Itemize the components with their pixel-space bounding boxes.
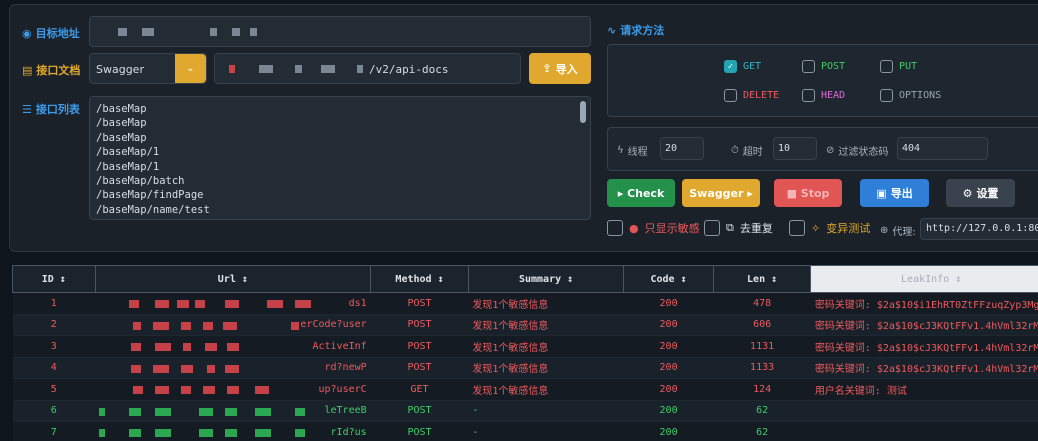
scrollbar[interactable]: [580, 101, 586, 123]
check-icon: ✓: [724, 60, 737, 73]
doc-type-select[interactable]: Swagger ⌄: [89, 53, 207, 84]
globe-icon: ⊕: [880, 225, 889, 236]
import-button[interactable]: ⇪ 导入: [529, 53, 591, 84]
table-row[interactable]: 7 rId?us POST - 200 62: [12, 421, 1038, 441]
table-row[interactable]: 5 up?userC GET 发现1个敏感信息 200 124 用户名关键词: …: [12, 378, 1038, 401]
col-len-header[interactable]: Len ↕: [712, 265, 812, 293]
timeout-input[interactable]: 10: [773, 137, 817, 160]
methods-title: ∿ 请求方法: [607, 23, 665, 38]
thread-input[interactable]: 20: [660, 137, 704, 160]
list-item: /baseMap: [96, 131, 147, 144]
list-item: /baseMap/name/test: [96, 203, 210, 216]
method-delete-checkbox[interactable]: DELETE: [724, 89, 779, 102]
settings-button[interactable]: ⚙ 设置: [946, 179, 1015, 207]
stop-button[interactable]: ■ Stop: [774, 179, 842, 207]
method-put-checkbox[interactable]: PUT: [880, 60, 917, 73]
chevron-down-icon[interactable]: ⌄: [175, 54, 206, 83]
doc-label: ▤ 接口文档: [22, 63, 81, 78]
sensitive-only-checkbox[interactable]: ● 只显示敏感: [607, 220, 700, 236]
results-table: ID ↕ Url ↕ Method ↕ Summary ↕ Code ↕ Len…: [12, 265, 1038, 441]
list-item: /baseMap/findPage: [96, 189, 204, 202]
col-url-header[interactable]: Url ↕: [94, 265, 372, 293]
copy-icon: ⧉: [726, 221, 734, 234]
doc-path-input[interactable]: /v2/api-docs: [214, 53, 521, 84]
method-options-checkbox[interactable]: OPTIONS: [880, 89, 941, 102]
method-get-checkbox[interactable]: ✓ GET: [724, 60, 761, 73]
wand-icon: ✧: [811, 221, 821, 235]
table-header: ID ↕ Url ↕ Method ↕ Summary ↕ Code ↕ Len…: [12, 265, 1038, 293]
list-item: /baseMap: [96, 117, 147, 130]
list-label: ☰ 接口列表: [22, 102, 80, 117]
target-label: ◉ 目标地址: [22, 26, 80, 41]
filter-input[interactable]: 404: [897, 137, 988, 160]
filter-label: ⊘ 过滤状态码: [826, 145, 889, 158]
col-method-header[interactable]: Method ↕: [370, 265, 469, 293]
table-row[interactable]: 4 rd?newP POST 发现1个敏感信息 200 1133 密码关键词: …: [12, 357, 1038, 379]
api-list-textarea[interactable]: /baseMap /baseMap /baseMap /baseMap/1 /b…: [89, 96, 591, 220]
export-button[interactable]: ▣ 导出: [860, 179, 929, 207]
list-icon: ☰: [22, 102, 32, 116]
dedupe-checkbox[interactable]: ⧉ 去重复: [704, 220, 773, 236]
thread-label: ϟ 线程: [617, 145, 648, 158]
table-row[interactable]: 1 ds1 POST 发现1个敏感信息 200 478 密码关键词: $2a$1…: [12, 292, 1038, 315]
col-summary-header[interactable]: Summary ↕: [467, 265, 625, 293]
timeout-label: ⏱ 超时: [731, 145, 763, 158]
methods-box: [607, 44, 1038, 117]
dot-icon: ●: [629, 221, 639, 235]
book-icon: ▤: [22, 63, 33, 77]
list-item: /baseMap/batch: [96, 175, 185, 188]
proxy-label: ⊕ 代理:: [880, 225, 916, 238]
method-post-checkbox[interactable]: POST: [802, 60, 845, 73]
bolt-icon: ϟ: [617, 145, 624, 156]
check-button[interactable]: ▸ Check: [607, 179, 675, 207]
timer-icon: ⏱: [731, 145, 739, 156]
target-icon: ◉: [22, 26, 32, 40]
swagger-button[interactable]: Swagger ▸: [682, 179, 760, 207]
ban-icon: ⊘: [826, 145, 835, 156]
method-head-checkbox[interactable]: HEAD: [802, 89, 845, 102]
list-item: /baseMap: [96, 103, 147, 115]
target-input[interactable]: [89, 16, 591, 47]
gear-icon: ⚙: [962, 186, 973, 200]
method-icon: ∿: [607, 23, 617, 37]
table-row[interactable]: 6 leTreeB POST - 200 62: [12, 400, 1038, 422]
table-row[interactable]: 2 erCode?user POST 发现1个敏感信息 200 606 密码关键…: [12, 314, 1038, 336]
table-row[interactable]: 3 ActiveInf POST 发现1个敏感信息 200 1131 密码关键词…: [12, 335, 1038, 358]
save-icon: ▣: [876, 186, 887, 200]
list-item: /baseMap/1: [96, 146, 160, 159]
col-leakinfo-header[interactable]: LeakInfo ↕: [810, 265, 1038, 293]
upload-icon: ⇪: [542, 62, 552, 75]
col-id-header[interactable]: ID ↕: [12, 265, 96, 293]
proxy-input[interactable]: http://127.0.0.1:8080: [920, 218, 1038, 240]
mutation-checkbox[interactable]: ✧ 变异测试: [789, 220, 870, 236]
list-item: /baseMap/1: [96, 160, 160, 173]
col-code-header[interactable]: Code ↕: [623, 265, 714, 293]
